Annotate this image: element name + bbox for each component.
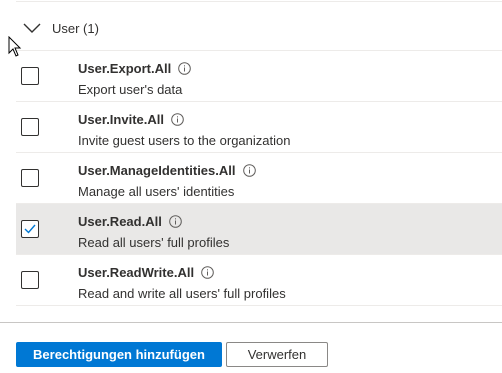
permission-row[interactable]: User.ManageIdentities.All Manage all use…: [16, 153, 502, 204]
footer-divider: [0, 322, 502, 323]
permission-description: Manage all users' identities: [78, 184, 235, 199]
permission-row-selected[interactable]: User.Read.All Read all users' full profi…: [16, 204, 502, 255]
info-icon[interactable]: [242, 163, 256, 177]
info-icon[interactable]: [169, 214, 182, 228]
permission-checkbox[interactable]: [21, 271, 39, 289]
permission-checkbox[interactable]: [21, 169, 39, 187]
info-icon[interactable]: [178, 61, 192, 75]
info-icon[interactable]: [201, 265, 214, 279]
group-title: User (1): [52, 20, 99, 36]
permission-list: User.Export.All Export user's data User.…: [16, 51, 502, 306]
group-header-user[interactable]: User (1): [16, 6, 502, 51]
permission-checkbox[interactable]: [21, 118, 39, 136]
top-divider: [16, 1, 502, 2]
chevron-down-icon[interactable]: [23, 21, 45, 35]
info-icon[interactable]: [171, 112, 184, 126]
discard-button[interactable]: Verwerfen: [226, 342, 328, 367]
permission-checkbox[interactable]: [21, 67, 39, 85]
permission-description: Invite guest users to the organization: [78, 133, 291, 148]
permission-name: User.ManageIdentities.All: [78, 162, 236, 178]
permissions-panel: User (1) User.Export.All Export user's d…: [0, 0, 502, 373]
permission-name: User.Read.All: [78, 213, 162, 229]
permission-row[interactable]: User.ReadWrite.All Read and write all us…: [16, 255, 502, 306]
permission-description: Read all users' full profiles: [78, 235, 230, 250]
permission-name: User.Export.All: [78, 60, 172, 76]
permission-row[interactable]: User.Invite.All Invite guest users to th…: [16, 102, 502, 153]
add-permissions-button[interactable]: Berechtigungen hinzufügen: [16, 342, 222, 367]
permission-row[interactable]: User.Export.All Export user's data: [16, 51, 502, 102]
permission-description: Export user's data: [78, 82, 183, 97]
permission-name: User.ReadWrite.All: [78, 264, 195, 280]
permission-description: Read and write all users' full profiles: [78, 286, 286, 301]
permission-checkbox-checked[interactable]: [21, 220, 39, 238]
checkmark-icon: [24, 224, 36, 234]
permission-name: User.Invite.All: [78, 111, 164, 127]
